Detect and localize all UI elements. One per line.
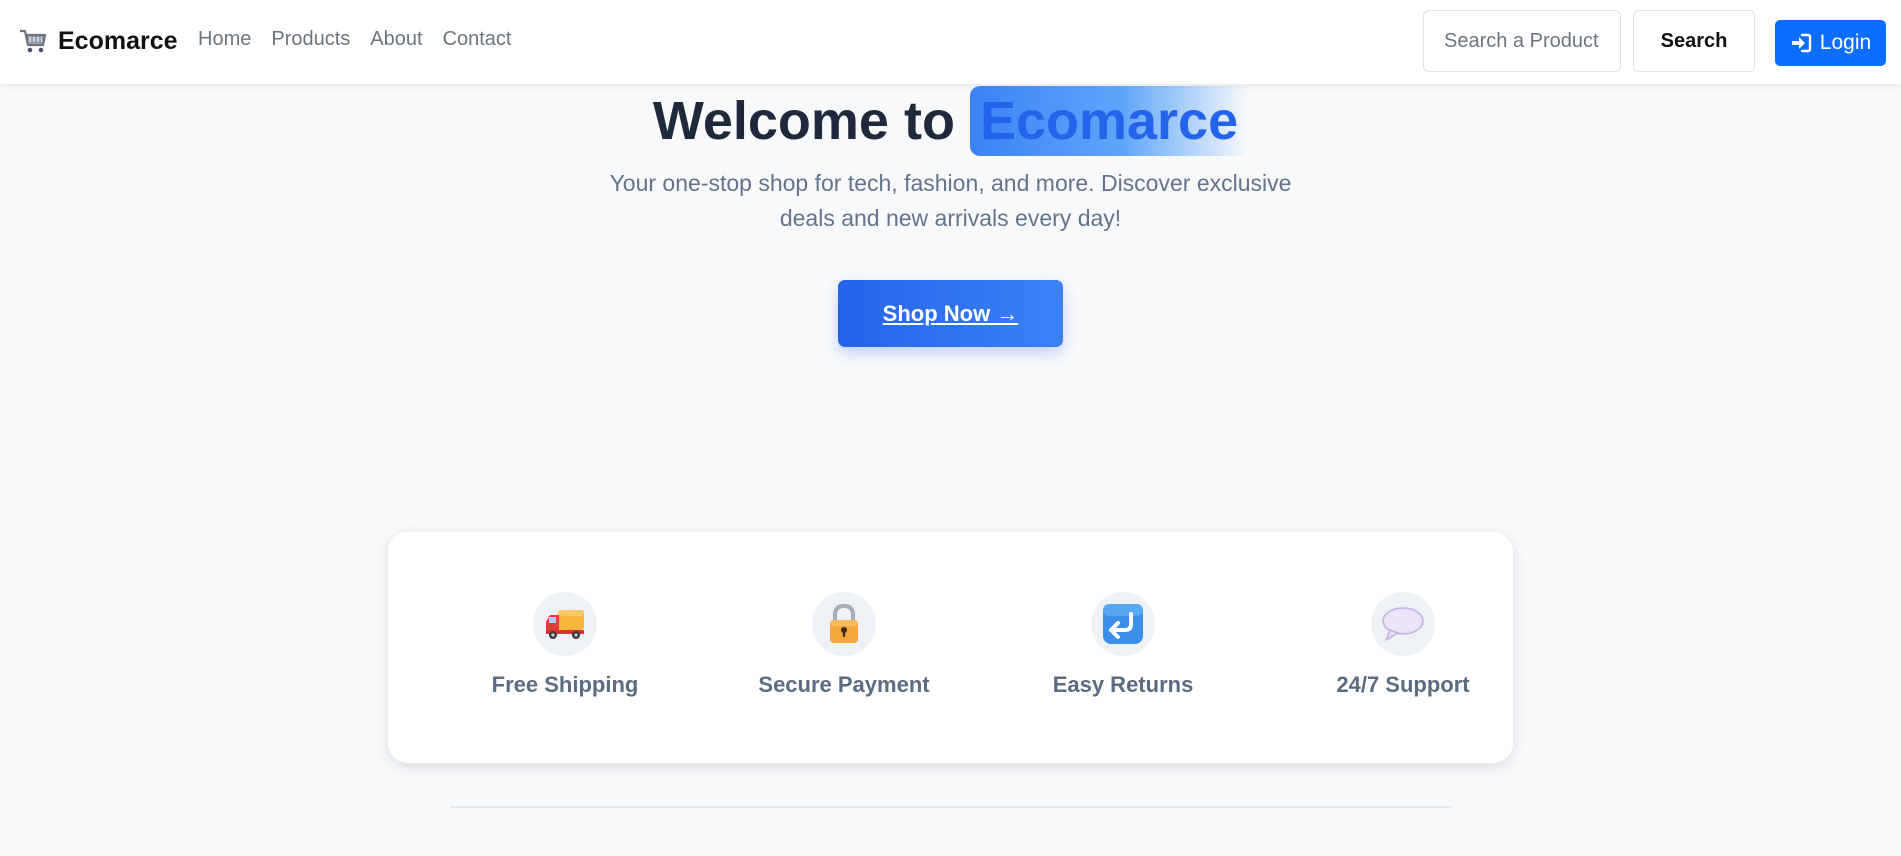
nav-link-contact[interactable]: Contact <box>443 28 512 51</box>
brand-name: Ecomarce <box>58 26 178 55</box>
hero-subtitle: Your one-stop shop for tech, fashion, an… <box>609 170 1292 231</box>
shop-now-button[interactable]: Shop Now → <box>838 280 1063 347</box>
navbar: Ecomarce Home Products About Contact Sea… <box>0 0 1901 84</box>
return-arrow-icon <box>1103 604 1143 644</box>
hero-title-prefix: Welcome to <box>652 91 970 151</box>
lock-icon <box>830 603 858 643</box>
truck-icon <box>546 610 584 639</box>
feature-icon-wrap <box>1091 592 1155 656</box>
feature-label: Secure Payment <box>758 672 930 697</box>
search-button[interactable]: Search <box>1633 10 1755 72</box>
login-button[interactable]: Login <box>1775 20 1886 66</box>
hero-title-highlight: Ecomarce <box>969 86 1249 156</box>
nav-link-products[interactable]: Products <box>271 28 350 51</box>
feature-icon-wrap <box>1371 592 1435 656</box>
search-input[interactable] <box>1423 10 1621 72</box>
brand-link[interactable]: Ecomarce <box>18 26 178 56</box>
feature-support: 24/7 Support <box>1293 592 1513 698</box>
feature-secure-payment: Secure Payment <box>734 592 954 698</box>
feature-label: Free Shipping <box>491 672 639 697</box>
feature-free-shipping: Free Shipping <box>455 592 675 698</box>
feature-label: 24/7 Support <box>1336 672 1470 697</box>
hero-title: Welcome to Ecomarce <box>0 86 1901 156</box>
login-label: Login <box>1819 31 1872 54</box>
feature-icon-wrap <box>533 592 597 656</box>
section-divider <box>450 806 1451 808</box>
feature-icon-wrap <box>812 592 876 656</box>
speech-bubble-icon <box>1382 607 1424 641</box>
shopping-cart-icon <box>20 29 47 53</box>
feature-easy-returns: Easy Returns <box>1013 592 1233 698</box>
nav-link-about[interactable]: About <box>370 28 422 51</box>
login-icon <box>1791 33 1811 53</box>
feature-label: Easy Returns <box>1052 672 1194 697</box>
nav-link-home[interactable]: Home <box>198 28 251 51</box>
nav-links: Home Products About Contact <box>198 28 512 51</box>
features-card: Free Shipping Secure Payment Easy Return… <box>388 532 1513 763</box>
